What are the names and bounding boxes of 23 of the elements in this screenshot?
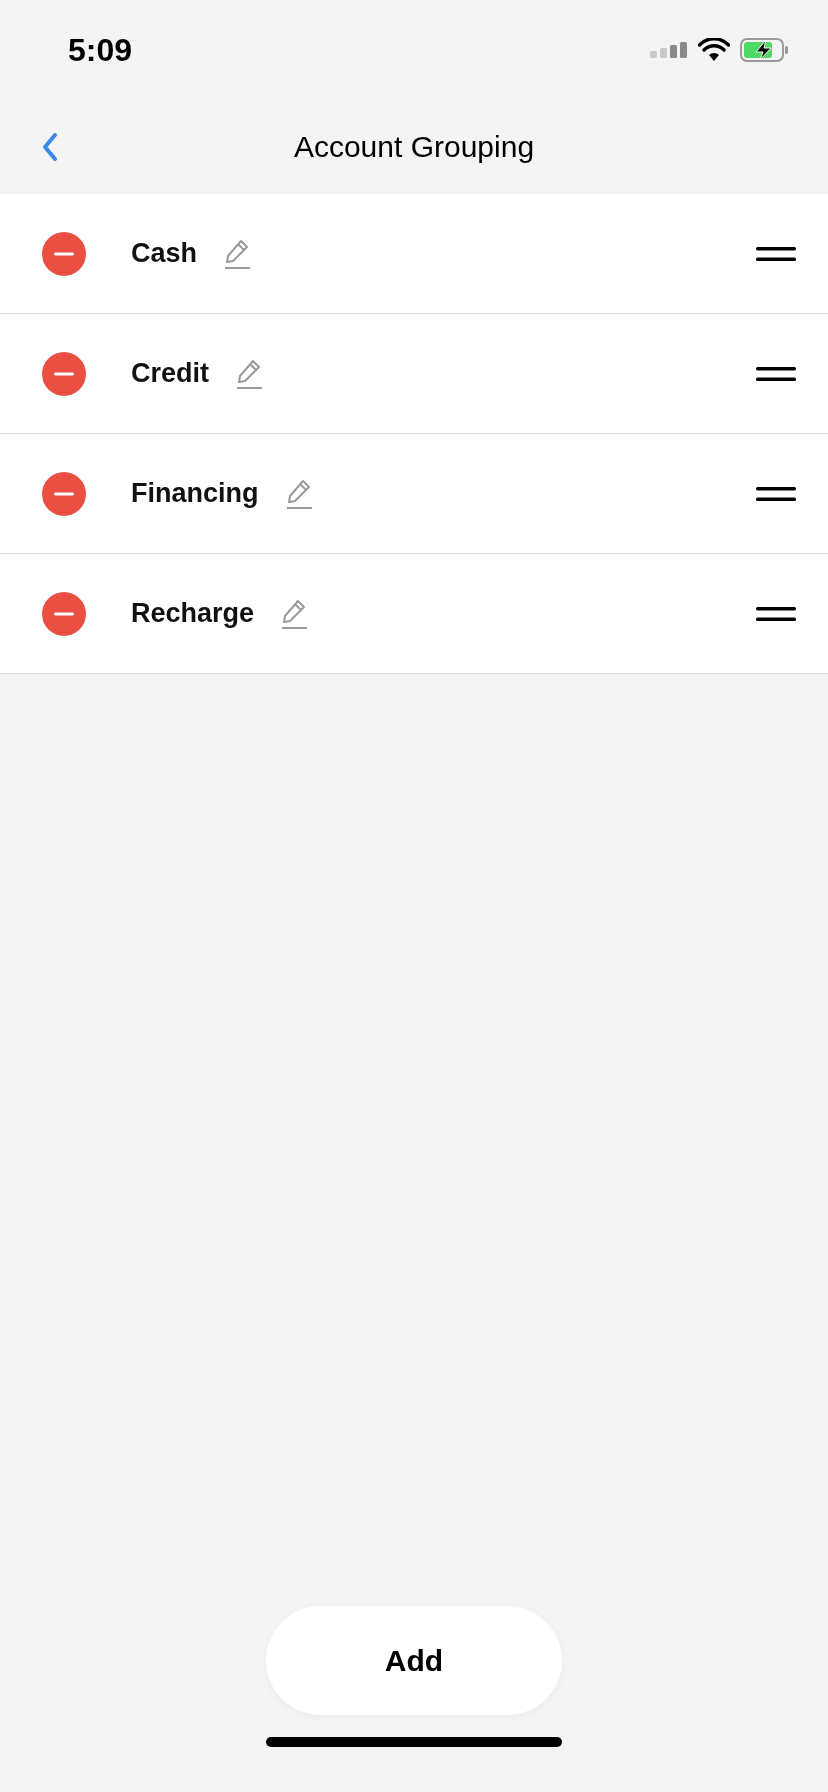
battery-charging-icon	[740, 38, 790, 62]
remove-icon[interactable]	[42, 351, 86, 396]
group-name: Credit	[131, 358, 209, 389]
remove-icon[interactable]	[42, 231, 86, 276]
group-name: Cash	[131, 238, 198, 269]
pencil-icon[interactable]	[284, 477, 313, 510]
drag-handle-icon[interactable]	[756, 245, 796, 262]
pencil-icon[interactable]	[235, 357, 263, 390]
group-name: Financing	[131, 478, 259, 509]
back-icon[interactable]	[40, 132, 60, 162]
status-time: 5:09	[68, 31, 133, 69]
pencil-icon[interactable]	[280, 597, 309, 630]
wifi-icon	[698, 38, 730, 62]
remove-icon[interactable]	[42, 471, 86, 516]
drag-handle-icon[interactable]	[756, 605, 796, 622]
add-button[interactable]: Add	[266, 1606, 562, 1715]
group-name: Recharge	[131, 598, 255, 629]
signal-icon	[650, 42, 688, 58]
pencil-icon[interactable]	[223, 237, 252, 270]
drag-handle-icon[interactable]	[756, 365, 796, 382]
page-title: Account Grouping	[293, 130, 535, 164]
remove-icon[interactable]	[42, 591, 86, 636]
drag-handle-icon[interactable]	[756, 485, 796, 502]
